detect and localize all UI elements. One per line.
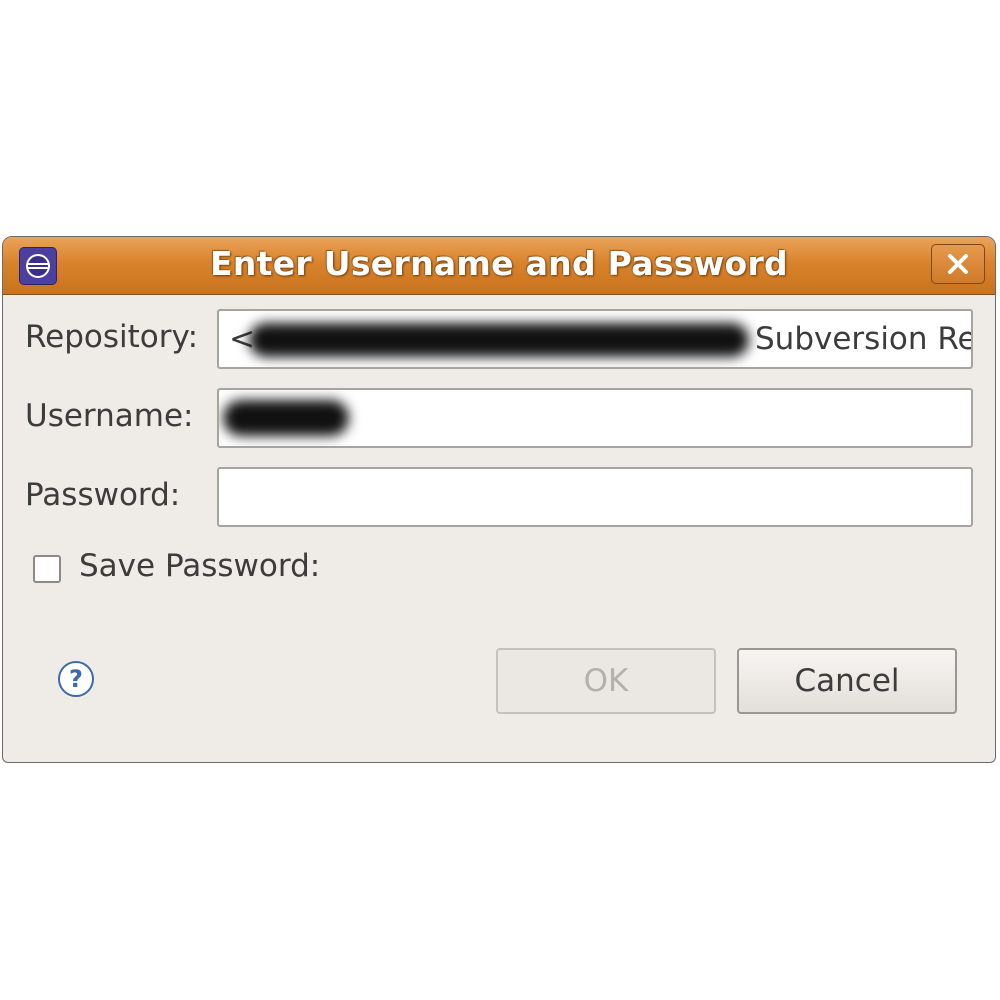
repository-label: Repository: [25, 319, 199, 355]
password-label: Password: [25, 477, 181, 513]
repository-field[interactable]: < Subversion Re [217, 309, 973, 369]
ok-button[interactable]: OK [496, 648, 716, 714]
username-field[interactable] [217, 388, 973, 448]
repository-suffix: Subversion Re [755, 321, 973, 357]
save-password-checkbox[interactable] [33, 555, 61, 583]
close-button[interactable] [931, 244, 985, 284]
save-password-label[interactable]: Save Password: [79, 548, 320, 584]
close-icon [948, 254, 968, 274]
cancel-button[interactable]: Cancel [737, 648, 957, 714]
username-label: Username: [25, 398, 194, 434]
help-icon[interactable]: ? [58, 661, 94, 697]
login-dialog: Enter Username and Password Repository: … [2, 236, 996, 763]
dialog-titlebar[interactable]: Enter Username and Password [3, 237, 995, 295]
redacted-username [223, 400, 349, 436]
redacted-repository-url [249, 323, 749, 357]
password-field[interactable] [217, 467, 973, 527]
dialog-title: Enter Username and Password [210, 244, 788, 283]
